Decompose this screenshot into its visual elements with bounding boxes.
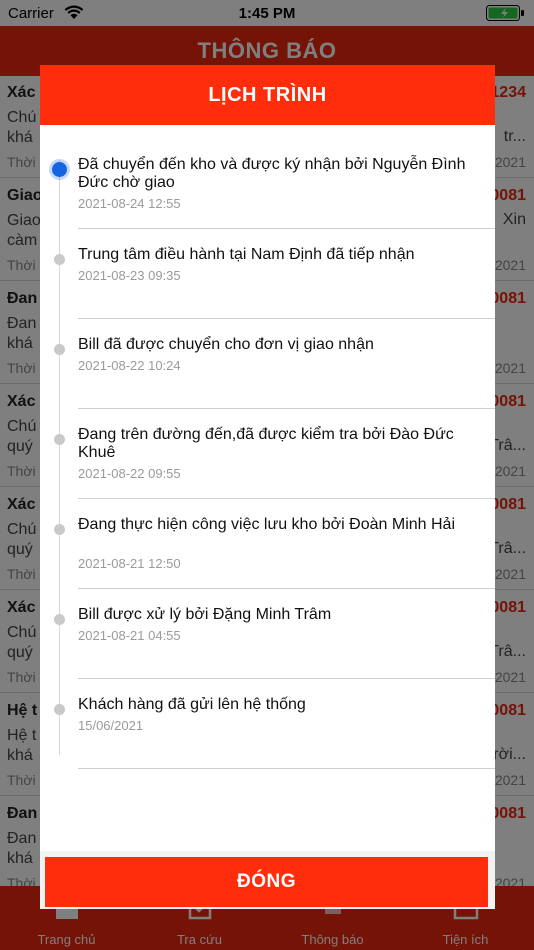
timeline-time: 2021-08-21 12:50	[78, 556, 181, 571]
timeline-dot	[54, 614, 65, 625]
modal-title: LỊCH TRÌNH	[208, 84, 327, 106]
timeline-separator	[78, 678, 495, 679]
timeline-text: Bill được xử lý bởi Đặng Minh Trâm	[78, 606, 332, 623]
timeline-dot	[54, 704, 65, 715]
timeline-text: Bill đã được chuyển cho đơn vị giao nhận	[78, 336, 374, 353]
timeline-separator	[78, 408, 495, 409]
close-button[interactable]: ĐÓNG	[45, 857, 488, 907]
modal-header: LỊCH TRÌNH	[40, 65, 495, 125]
timeline-time: 2021-08-23 09:35	[78, 268, 181, 283]
timeline-dot	[54, 434, 65, 445]
timeline-time: 2021-08-22 09:55	[78, 466, 181, 481]
timeline-entry: Đang thực hiện công việc lưu kho bởi Đoà…	[40, 500, 495, 590]
timeline-time: 2021-08-21 04:55	[78, 628, 181, 643]
timeline-dot	[54, 254, 65, 265]
timeline-time: 15/06/2021	[78, 718, 144, 733]
timeline-text: Trung tâm điều hành tại Nam Định đã tiếp…	[78, 246, 415, 263]
timeline-entry: Khách hàng đã gửi lên hệ thống 15/06/202…	[40, 680, 495, 770]
timeline-entry: Đã chuyển đến kho và được ký nhận bởi Ng…	[40, 140, 495, 230]
timeline-entry: Đang trên đường đến,đã được kiểm tra bởi…	[40, 410, 495, 500]
timeline-dot	[54, 344, 65, 355]
timeline-dot-active	[52, 162, 67, 177]
timeline-separator	[78, 768, 495, 769]
modal-footer: ĐÓNG	[40, 851, 495, 909]
tracking-modal: LỊCH TRÌNH Đã chuyển đến kho và được ký …	[40, 65, 495, 909]
timeline-entry: Bill được xử lý bởi Đặng Minh Trâm 2021-…	[40, 590, 495, 680]
timeline-text: Khách hàng đã gửi lên hệ thống	[78, 696, 306, 713]
timeline-text: Đã chuyển đến kho và được ký nhận bởi Ng…	[78, 156, 466, 191]
timeline-text: Đang trên đường đến,đã được kiểm tra bởi…	[78, 426, 454, 461]
timeline-time: 2021-08-24 12:55	[78, 196, 181, 211]
timeline-separator	[78, 588, 495, 589]
timeline-dot	[54, 524, 65, 535]
timeline-separator	[78, 318, 495, 319]
timeline-separator	[78, 228, 495, 229]
timeline-time: 2021-08-22 10:24	[78, 358, 181, 373]
timeline-entry: Trung tâm điều hành tại Nam Định đã tiếp…	[40, 230, 495, 320]
timeline-separator	[78, 498, 495, 499]
timeline-text: Đang thực hiện công việc lưu kho bởi Đoà…	[78, 516, 455, 533]
timeline-entry: Bill đã được chuyển cho đơn vị giao nhận…	[40, 320, 495, 410]
